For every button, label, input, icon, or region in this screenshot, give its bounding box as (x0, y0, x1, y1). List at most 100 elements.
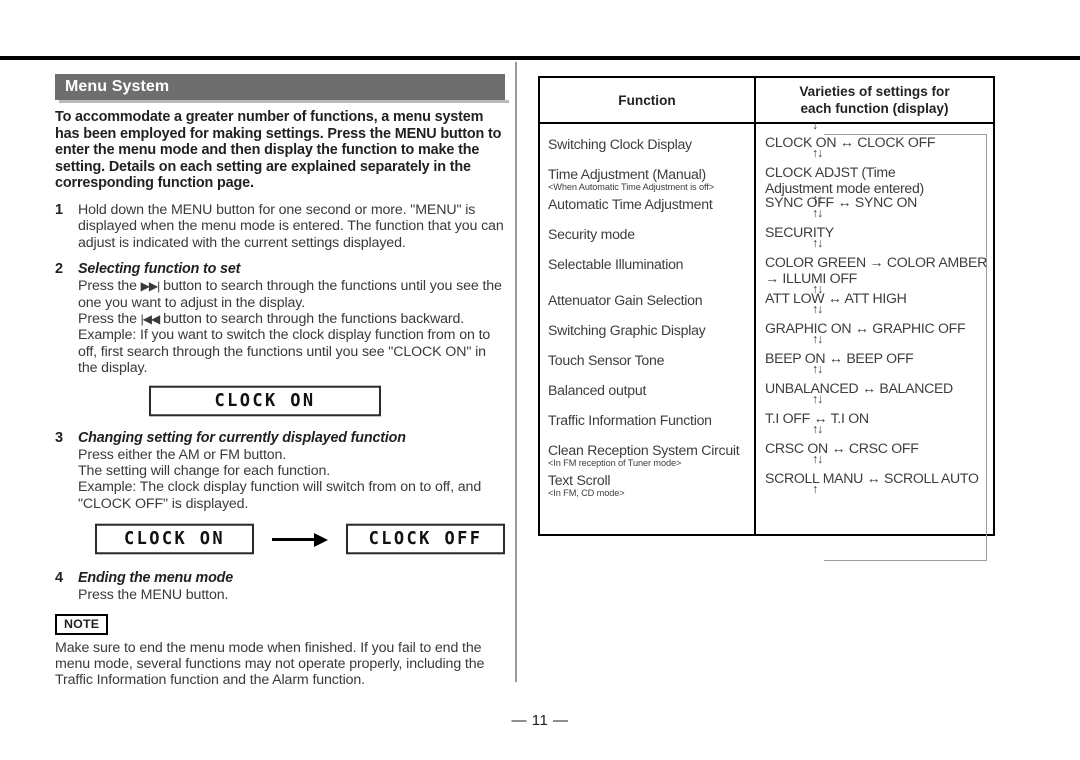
step-3: 3 Changing setting for currently display… (55, 430, 505, 513)
transition-arrow-icon (254, 524, 346, 554)
table-row-function: Security mode (548, 226, 635, 242)
column-divider (515, 62, 517, 682)
left-column: Menu System To accommodate a greater num… (55, 74, 509, 689)
note-badge: NOTE (55, 613, 109, 635)
step-4-title: Ending the menu mode (78, 570, 234, 587)
top-horizontal-rule (0, 56, 1080, 60)
rewind-icon: |◀◀ (140, 312, 161, 326)
function-label: Text Scroll (548, 472, 611, 488)
table-row-setting: CLOCK ON ↔ CLOCK OFF (765, 134, 936, 150)
setting-label: COLOR GREEN → COLOR AMBER (765, 254, 987, 270)
step-3-title: Changing setting for currently displayed… (78, 429, 406, 446)
cycle-arrow-pair: ↑↓ (812, 422, 823, 436)
settings-table: Function Varieties of settings for each … (538, 76, 995, 561)
table-row-function: Switching Graphic Display (548, 322, 706, 338)
table-row-setting: UNBALANCED ↔ BALANCED (765, 380, 953, 396)
step-1-number: 1 (55, 201, 64, 218)
function-label: Clean Reception System Circuit (548, 442, 740, 458)
section-header-shadow (59, 100, 509, 103)
table-row-setting: COLOR GREEN → COLOR AMBER → ILLUMI OFF (765, 254, 987, 286)
table-row-function: Traffic Information Function (548, 412, 712, 428)
intro-paragraph: To accommodate a greater number of funct… (55, 109, 502, 192)
function-label: Switching Clock Display (548, 136, 692, 152)
step-2-line1-pre: Press the (78, 278, 141, 295)
settings-table-wrapper: Function Varieties of settings for each … (538, 76, 995, 561)
setting-label-cont: → ILLUMI OFF (765, 270, 857, 286)
step-2-body: Press the ▶▶| button to search through t… (78, 278, 505, 376)
page-number: — 11 — (511, 712, 569, 729)
step-3-example-label: Example: (78, 479, 137, 496)
table-row-setting: BEEP ON ↔ BEEP OFF (765, 350, 914, 366)
table-row-function: Automatic Time Adjustment (548, 196, 713, 212)
cycle-arrow-pair: ↑↓ (812, 392, 823, 406)
fast-forward-icon: ▶▶| (140, 279, 161, 294)
table-row-setting: SECURITY (765, 224, 834, 240)
function-label: Time Adjustment (Manual) (548, 166, 706, 182)
step-1-body: Hold down the MENU button for one second… (78, 201, 504, 251)
function-label: Balanced output (548, 382, 647, 398)
table-row-setting: SCROLL MANU ↔ SCROLL AUTO (765, 470, 979, 486)
step-2-title: Selecting function to set (78, 261, 241, 278)
table-row-function: Attenuator Gain Selection (548, 292, 703, 308)
function-label: Automatic Time Adjustment (548, 196, 713, 212)
cycle-arrow-pair: ↑↓ (812, 206, 823, 220)
function-label: Switching Graphic Display (548, 322, 706, 338)
table-row-function: Switching Clock Display (548, 136, 692, 152)
header-settings: Varieties of settings for each function … (754, 76, 995, 124)
setting-label: SYNC OFF ↔ SYNC ON (765, 194, 917, 210)
lcd-display-step2: CLOCK ON (149, 385, 381, 416)
setting-label: ATT LOW ↔ ATT HIGH (765, 290, 907, 306)
function-sublabel: <In FM reception of Tuner mode> (548, 458, 682, 468)
note-text: Make sure to end the menu mode when fini… (55, 639, 485, 689)
table-body-row: Switching Clock Display Time Adjustment (… (538, 118, 995, 561)
step-2-example-text: If you want to switch the clock display … (78, 327, 491, 377)
step-3-line2: The setting will change for each functio… (78, 463, 331, 480)
step-4: 4 Ending the menu mode Press the MENU bu… (55, 570, 505, 603)
step-3-example-text: The clock display function will switch f… (78, 479, 482, 512)
cycle-arrow-pair: ↑↓ (812, 362, 823, 376)
lcd-display-before: CLOCK ON (95, 523, 254, 555)
cycle-arrow-pair: ↑↓ (812, 332, 823, 346)
setting-label: BEEP ON ↔ BEEP OFF (765, 350, 914, 366)
header-settings-line2: each function (display) (800, 101, 949, 116)
step-4-number: 4 (55, 570, 64, 587)
section-header-bar: Menu System (55, 74, 509, 103)
cycle-arrow-pair: ↑↓ (812, 302, 823, 316)
setting-label: CLOCK ON ↔ CLOCK OFF (765, 134, 936, 150)
step-4-body: Press the MENU button. (78, 587, 229, 604)
section-title: Menu System (65, 78, 170, 95)
cycle-arrow-top: ↓ (812, 118, 818, 132)
header-function: Function (538, 76, 756, 124)
step-3-line1: Press either the AM or FM button. (78, 446, 287, 463)
lcd-transition-row: CLOCK ON CLOCK OFF (55, 523, 505, 555)
settings-column: ↓ CLOCK ON ↔ CLOCK OFF ↑↓ CLOCK ADJST (Time… (754, 118, 995, 561)
setting-label: GRAPHIC ON ↔ GRAPHIC OFF (765, 320, 966, 336)
function-sublabel: <In FM, CD mode> (548, 488, 625, 498)
table-row-setting: CLOCK ADJST (Time Adjustment mode entered… (765, 164, 924, 196)
step-3-number: 3 (55, 429, 64, 446)
table-row-function: Time Adjustment (Manual) <When Automatic … (548, 166, 714, 192)
setting-label: SECURITY (765, 224, 834, 240)
cycle-arrow-pair: ↑↓ (812, 146, 823, 160)
table-row-setting: SYNC OFF ↔ SYNC ON (765, 194, 917, 210)
table-row-function: Touch Sensor Tone (548, 352, 664, 368)
step-2-line2-pre: Press the (78, 311, 141, 327)
setting-label: SCROLL MANU ↔ SCROLL AUTO (765, 470, 979, 486)
table-header-row: Function Varieties of settings for each … (538, 76, 995, 124)
function-column: Switching Clock Display Time Adjustment (… (538, 122, 756, 536)
table-row-setting: ATT LOW ↔ ATT HIGH (765, 290, 907, 306)
step-3-body: Press either the AM or FM button. The se… (78, 447, 505, 513)
table-row-function: Text Scroll <In FM, CD mode> (548, 472, 625, 498)
cycle-arrow-pair: ↑ (812, 482, 818, 496)
cycle-arrow-pair: ↑↓ (812, 236, 823, 250)
step-2-number: 2 (55, 261, 64, 278)
lcd-display-after: CLOCK OFF (346, 523, 505, 555)
function-label: Security mode (548, 226, 635, 242)
step-2-example-label: Example: (78, 327, 137, 344)
step-2: 2 Selecting function to set Press the ▶▶… (55, 261, 505, 376)
table-row-function: Balanced output (548, 382, 646, 398)
step-2-line2-post: button to search through the functions b… (159, 311, 465, 327)
table-row-function: Clean Reception System Circuit <In FM rec… (548, 442, 740, 468)
step-1: 1 Hold down the MENU button for one seco… (55, 202, 505, 251)
function-label: Attenuator Gain Selection (548, 292, 703, 308)
